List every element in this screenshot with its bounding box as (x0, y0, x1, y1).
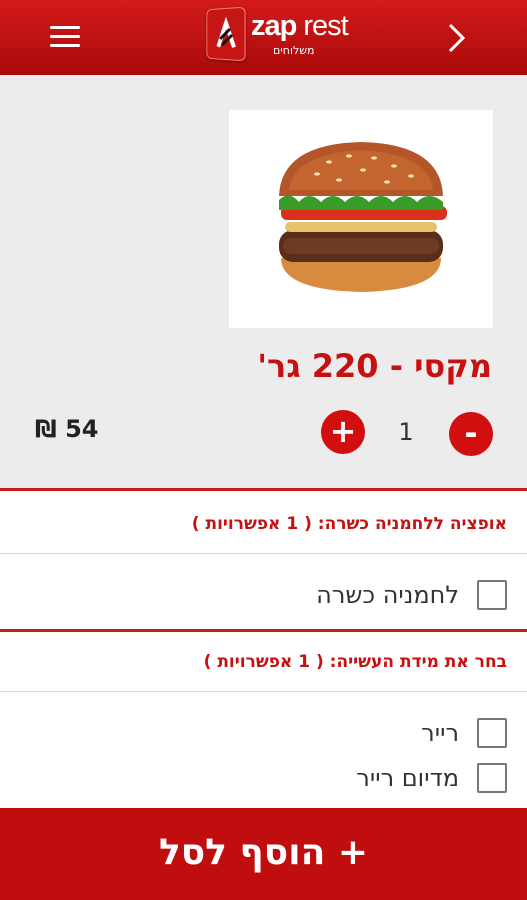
decrease-quantity-button[interactable]: - (449, 412, 493, 456)
option-medium-rare[interactable]: מדיום רייר (356, 763, 507, 793)
section-title-kosher-bun: אופציה ללחמניה כשרה: ( 1 אפשרויות ) (191, 514, 507, 534)
logo-icon (206, 6, 246, 62)
option-kosher-bun[interactable]: לחמניה כשרה (316, 580, 507, 610)
app-logo: zap rest משלוחים (205, 6, 349, 64)
increase-quantity-button[interactable]: + (321, 410, 365, 454)
quantity-value: 1 (398, 418, 414, 446)
option-rare[interactable]: רייר (421, 718, 507, 748)
option-label: מדיום רייר (356, 764, 459, 792)
section-separator (0, 553, 527, 554)
option-label: רייר (421, 719, 459, 747)
logo-main: zap (251, 10, 297, 42)
checkbox[interactable] (477, 580, 507, 610)
checkbox[interactable] (477, 763, 507, 793)
menu-icon[interactable] (50, 26, 80, 50)
checkbox[interactable] (477, 718, 507, 748)
product-title: מקסי - 220 גר' (257, 347, 492, 385)
section-separator (0, 691, 527, 692)
option-label: לחמניה כשרה (316, 581, 459, 609)
logo-second: rest (296, 10, 348, 42)
section-divider (0, 629, 527, 632)
add-to-cart-button[interactable]: + הוסף לסל (0, 808, 527, 900)
product-price: 54 ₪ (35, 415, 99, 443)
logo-text: zap rest (251, 10, 349, 43)
section-title-doneness: בחר את מידת העשייה: ( 1 אפשרויות ) (203, 652, 507, 672)
logo-subtitle: משלוחים (273, 44, 315, 57)
section-divider (0, 488, 527, 491)
product-panel: מקסי - 220 גר' - 1 + 54 ₪ (0, 75, 527, 488)
app-header: zap rest משלוחים (0, 0, 527, 75)
product-image (229, 110, 493, 328)
chevron-right-icon[interactable] (447, 22, 467, 54)
